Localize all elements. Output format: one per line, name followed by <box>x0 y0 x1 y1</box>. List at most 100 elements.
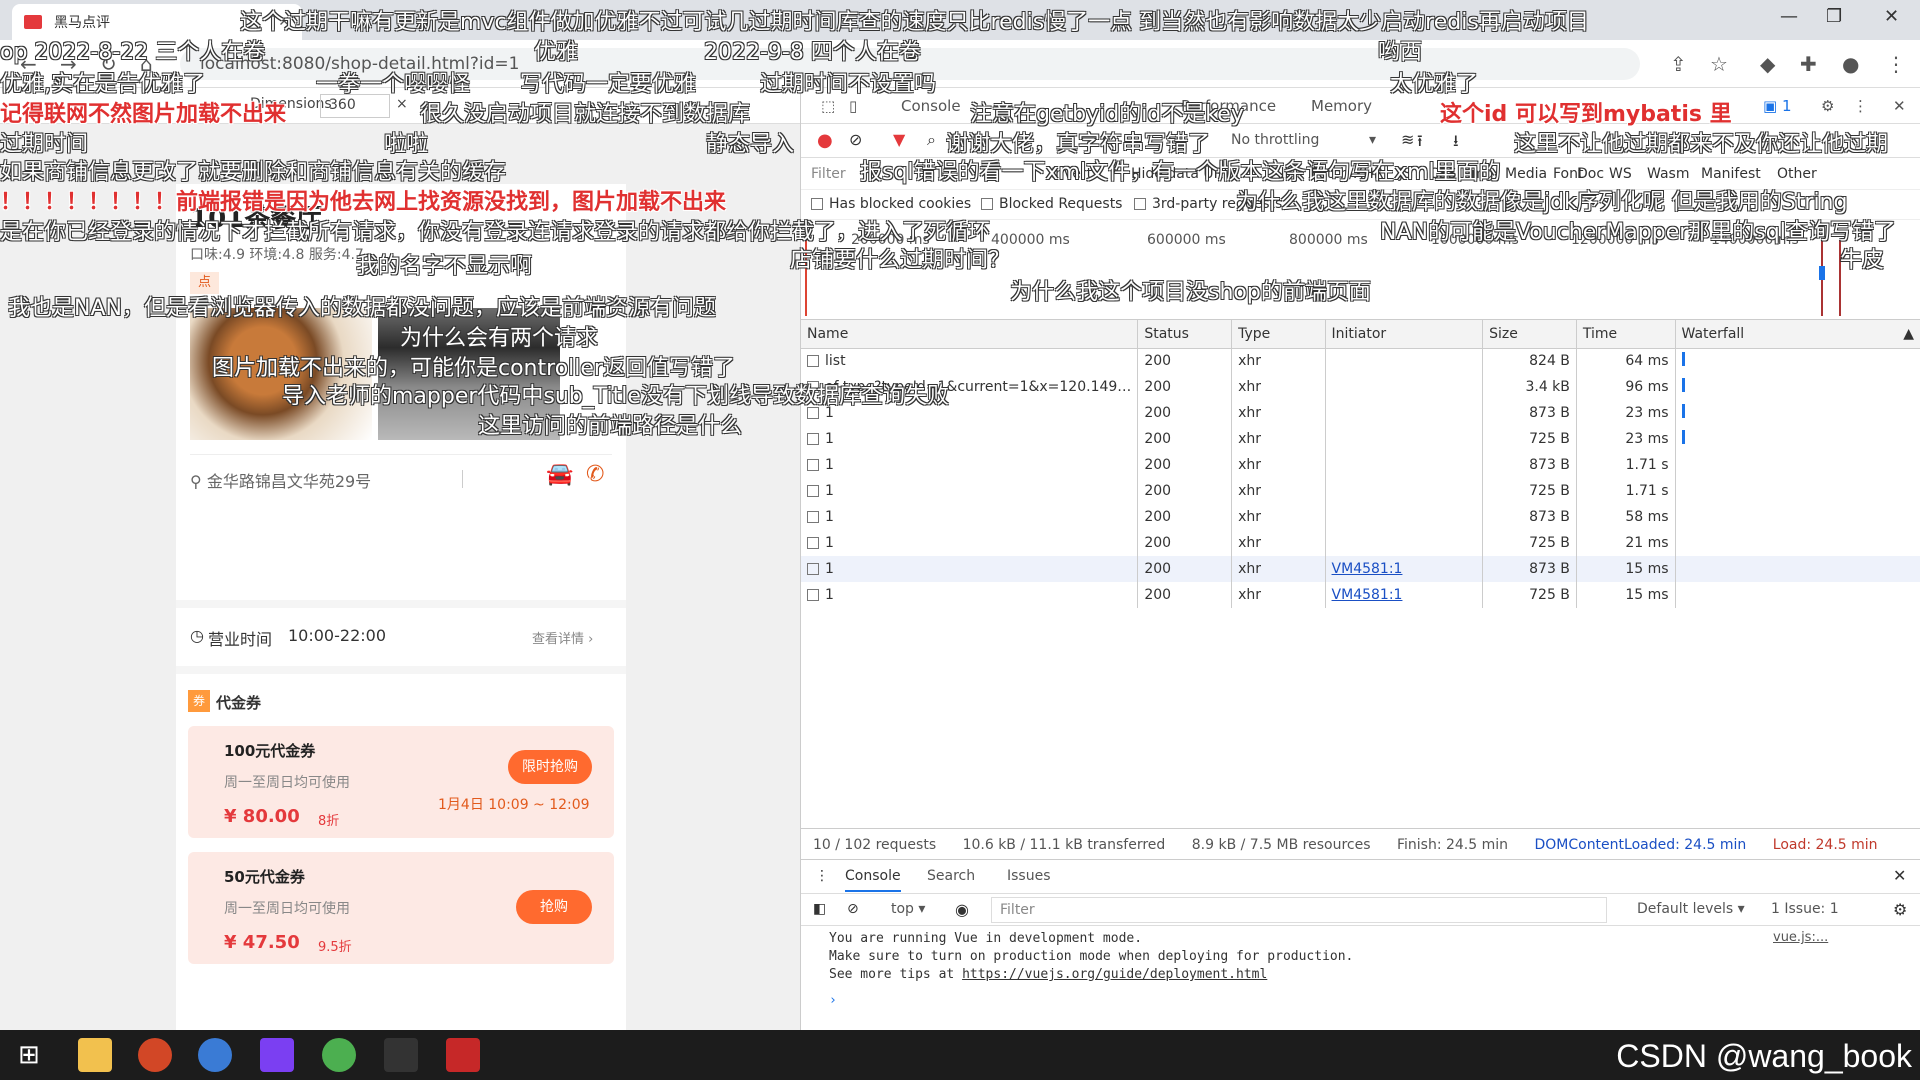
table-row[interactable]: 1 200 xhr 725 B 23 ms <box>801 426 1920 452</box>
column-name[interactable]: Name <box>801 320 1139 349</box>
buy-button[interactable]: 抢购 <box>516 890 592 924</box>
throttle-dropdown-icon[interactable]: ▾ <box>1369 132 1376 148</box>
drawer-tab-issues[interactable]: Issues <box>1007 868 1051 884</box>
filter-wasm[interactable]: Wasm <box>1647 166 1689 182</box>
console-issues-badge[interactable]: 1 Issue: 1 <box>1771 901 1839 917</box>
filter-ws[interactable]: WS <box>1609 166 1632 182</box>
phone-icon[interactable]: ✆ <box>586 462 604 487</box>
drawer-tab-console[interactable]: Console <box>845 868 901 892</box>
terminal-icon[interactable] <box>384 1038 418 1072</box>
filter-doc[interactable]: Doc <box>1577 166 1604 182</box>
download-icon[interactable]: ⭳ <box>1453 130 1459 157</box>
console-toolbar: ◧ ⊘ top ▾ ◉ Filter Default levels ▾ 1 Is… <box>801 894 1920 926</box>
filter-media[interactable]: Media <box>1505 166 1547 182</box>
table-row[interactable]: 1 200 xhr VM4581:1 873 B 15 ms <box>801 556 1920 582</box>
menu-kebab-icon[interactable]: ⋮ <box>1886 52 1906 76</box>
table-row[interactable]: 1 200 xhr 725 B 21 ms <box>801 530 1920 556</box>
console-settings-icon[interactable]: ⚙ <box>1893 900 1907 919</box>
cell-initiator[interactable]: VM4581:1 <box>1325 582 1484 608</box>
drawer-menu-icon[interactable]: ⋮ <box>815 868 829 884</box>
console-link[interactable]: https://vuejs.org/guide/deployment.html <box>962 967 1267 982</box>
flash-sale-button[interactable]: 限时抢购 <box>508 750 592 784</box>
context-select[interactable]: top ▾ <box>891 901 925 917</box>
throttle-select[interactable]: No throttling <box>1231 132 1319 148</box>
column-waterfall[interactable]: Waterfall ▲ <box>1675 320 1920 349</box>
browser-app-icon[interactable] <box>198 1038 232 1072</box>
column-status[interactable]: Status <box>1137 320 1233 349</box>
search-icon[interactable]: ⌕ <box>927 130 936 150</box>
drawer-tab-search[interactable]: Search <box>927 868 975 884</box>
tab-memory[interactable]: Memory <box>1311 97 1372 115</box>
cell-text: 15 ms <box>1625 561 1669 577</box>
table-row[interactable]: 1 200 xhr 873 B 58 ms <box>801 504 1920 530</box>
redis-icon[interactable] <box>446 1038 480 1072</box>
profile-avatar[interactable]: ● <box>1842 52 1859 76</box>
table-row[interactable]: 1 200 xhr 725 B 1.71 s <box>801 478 1920 504</box>
inspect-icon[interactable]: ⬚ <box>821 97 835 115</box>
filter-funnel-icon[interactable]: ▼ <box>893 130 905 149</box>
blocked-requests-checkbox[interactable]: Blocked Requests <box>981 196 1122 212</box>
column-time[interactable]: Time <box>1576 320 1676 349</box>
settings-gear-icon[interactable]: ⚙ <box>1821 97 1834 115</box>
close-drawer-icon[interactable]: ✕ <box>1893 866 1906 885</box>
console-prompt-icon[interactable]: › <box>829 992 1909 1010</box>
powerpoint-icon[interactable] <box>138 1038 172 1072</box>
default-levels-select[interactable]: Default levels ▾ <box>1637 901 1745 917</box>
share-icon[interactable]: ⇪ <box>1670 52 1687 76</box>
checkbox-icon[interactable] <box>807 589 819 601</box>
filter-input[interactable]: Filter <box>811 166 846 182</box>
filter-manifest[interactable]: Manifest <box>1701 166 1761 182</box>
checkbox-icon[interactable] <box>807 537 819 549</box>
device-toggle-icon[interactable]: ▯ <box>849 97 857 115</box>
table-row[interactable]: 1 200 xhr 873 B 1.71 s <box>801 452 1920 478</box>
tab-console[interactable]: Console <box>901 97 961 115</box>
filter-other[interactable]: Other <box>1777 166 1817 182</box>
cell-time: 96 ms <box>1576 374 1676 400</box>
column-initiator[interactable]: Initiator <box>1325 320 1484 349</box>
checkbox-icon[interactable] <box>807 563 819 575</box>
intellij-icon[interactable] <box>260 1038 294 1072</box>
close-devtools-icon[interactable]: ✕ <box>1893 97 1906 115</box>
console-source-link[interactable]: vue.js:... <box>1773 930 1828 945</box>
column-size[interactable]: Size <box>1482 320 1577 349</box>
cell-status: 200 <box>1137 478 1233 504</box>
hours-card[interactable]: ◷ 营业时间 10:00-22:00 查看详情 › <box>176 608 626 666</box>
table-row[interactable]: list 200 xhr 824 B 64 ms <box>801 348 1920 374</box>
upload-icon[interactable]: ⭱ <box>1417 130 1423 157</box>
checkbox-icon[interactable] <box>807 485 819 497</box>
close-window-icon[interactable]: ✕ <box>1884 6 1899 27</box>
windows-start-icon[interactable]: ⊞ <box>18 1040 40 1070</box>
checkbox-icon[interactable] <box>807 459 819 471</box>
more-icon[interactable]: ⋮ <box>1853 97 1868 115</box>
chrome-icon[interactable] <box>322 1038 356 1072</box>
blocked-cookies-checkbox[interactable]: Has blocked cookies <box>811 196 971 212</box>
table-row[interactable]: of-type?typeId=1&current=1&x=120.149… 200… <box>801 374 1920 400</box>
danmaku-comment: 优雅 <box>534 40 579 65</box>
console-line: Make sure to turn on production mode whe… <box>829 949 1354 964</box>
restore-icon[interactable]: ❐ <box>1826 6 1842 27</box>
column-type[interactable]: Type <box>1231 320 1326 349</box>
clear-icon[interactable]: ⊘ <box>849 130 862 149</box>
issues-badge[interactable]: ▣ 1 <box>1763 97 1792 115</box>
record-icon[interactable]: ● <box>817 130 833 151</box>
file-explorer-icon[interactable] <box>78 1038 112 1072</box>
shop-address[interactable]: ⚲ 金华路锦昌文华苑29号 <box>190 468 371 492</box>
checkbox-icon[interactable] <box>807 433 819 445</box>
extension-icon[interactable]: ◆ <box>1760 52 1775 76</box>
hours-detail-link[interactable]: 查看详情 › <box>532 628 593 647</box>
car-icon[interactable]: 🚘 <box>546 462 573 487</box>
bookmark-star-icon[interactable]: ☆ <box>1710 52 1728 76</box>
checkbox-icon[interactable] <box>807 511 819 523</box>
sidebar-toggle-icon[interactable]: ◧ <box>813 901 826 917</box>
danmaku-comment: 很久没启动项目就连接不到数据库 <box>420 102 751 127</box>
minimize-icon[interactable]: — <box>1780 6 1798 27</box>
eye-icon[interactable]: ◉ <box>955 900 969 919</box>
table-row[interactable]: 1 200 xhr 873 B 23 ms <box>801 400 1920 426</box>
wifi-icon[interactable]: ≋ <box>1401 130 1414 149</box>
puzzle-icon[interactable]: ✚ <box>1800 52 1817 76</box>
table-row[interactable]: 1 200 xhr VM4581:1 725 B 15 ms <box>801 582 1920 608</box>
clear-console-icon[interactable]: ⊘ <box>847 901 859 917</box>
checkbox-icon[interactable] <box>807 355 819 368</box>
cell-initiator[interactable]: VM4581:1 <box>1325 556 1484 582</box>
console-filter-input[interactable]: Filter <box>991 897 1607 923</box>
